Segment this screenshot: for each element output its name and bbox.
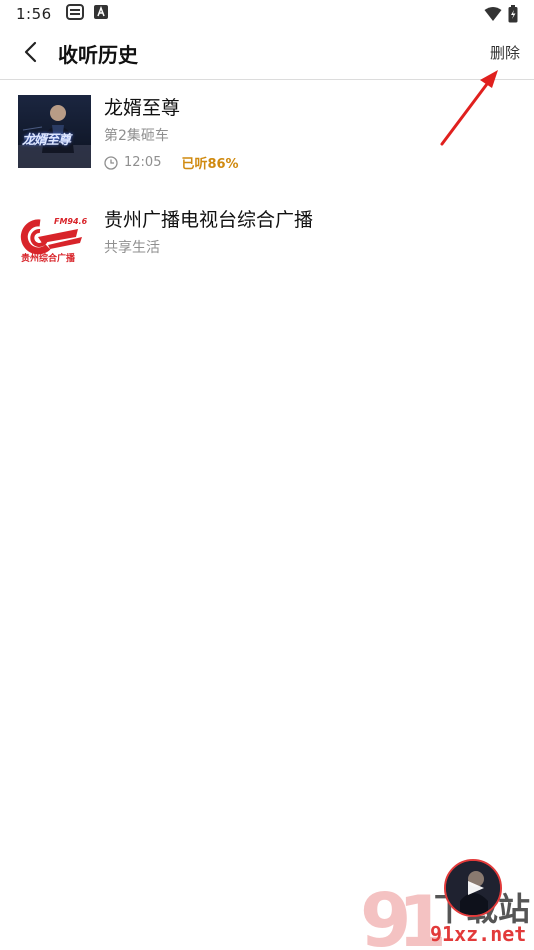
status-time: 1:56 [16,5,52,23]
cover-image: 龙婿至尊 [18,95,91,168]
item-progress: 已听86% [181,157,239,172]
item-meta: 12:05 已听86% [104,153,239,172]
item-title: 龙婿至尊 [104,97,181,119]
status-icons-right [484,5,518,27]
item-title: 贵州广播电视台综合广播 [104,209,314,231]
logo-station-text: 贵州综合广播 [21,254,76,264]
history-item[interactable]: 龙婿至尊 龙婿至尊 第2集砸车 12:05 已听86% [0,81,534,193]
logo-fm-text: FM94.6 [54,217,88,226]
clock-icon [104,155,118,170]
page-title: 收听历史 [58,43,138,67]
watermark-url: 91xz.net [430,922,527,946]
delete-button[interactable]: 删除 [490,42,520,63]
status-bar: 1:56 [0,0,534,28]
station-logo: FM94.6 贵州综合广播 [18,207,91,280]
item-subtitle: 共享生活 [104,240,160,256]
cover-title-text: 龙婿至尊 [22,133,71,148]
item-subtitle: 第2集砸车 [104,128,169,144]
mini-player-button[interactable] [444,859,502,917]
item-duration: 12:05 [124,155,162,170]
chevron-left-icon [23,41,37,67]
a-notification-icon [93,5,108,23]
wifi-icon [484,6,502,26]
back-button[interactable] [4,28,56,80]
status-icons-left [65,4,108,24]
history-list: 龙婿至尊 龙婿至尊 第2集砸车 12:05 已听86% FM94.6 贵州综合广… [0,81,534,305]
keyboard-icon [65,4,84,24]
history-item[interactable]: FM94.6 贵州综合广播 贵州广播电视台综合广播 共享生活 [0,193,534,305]
battery-icon [508,5,518,27]
